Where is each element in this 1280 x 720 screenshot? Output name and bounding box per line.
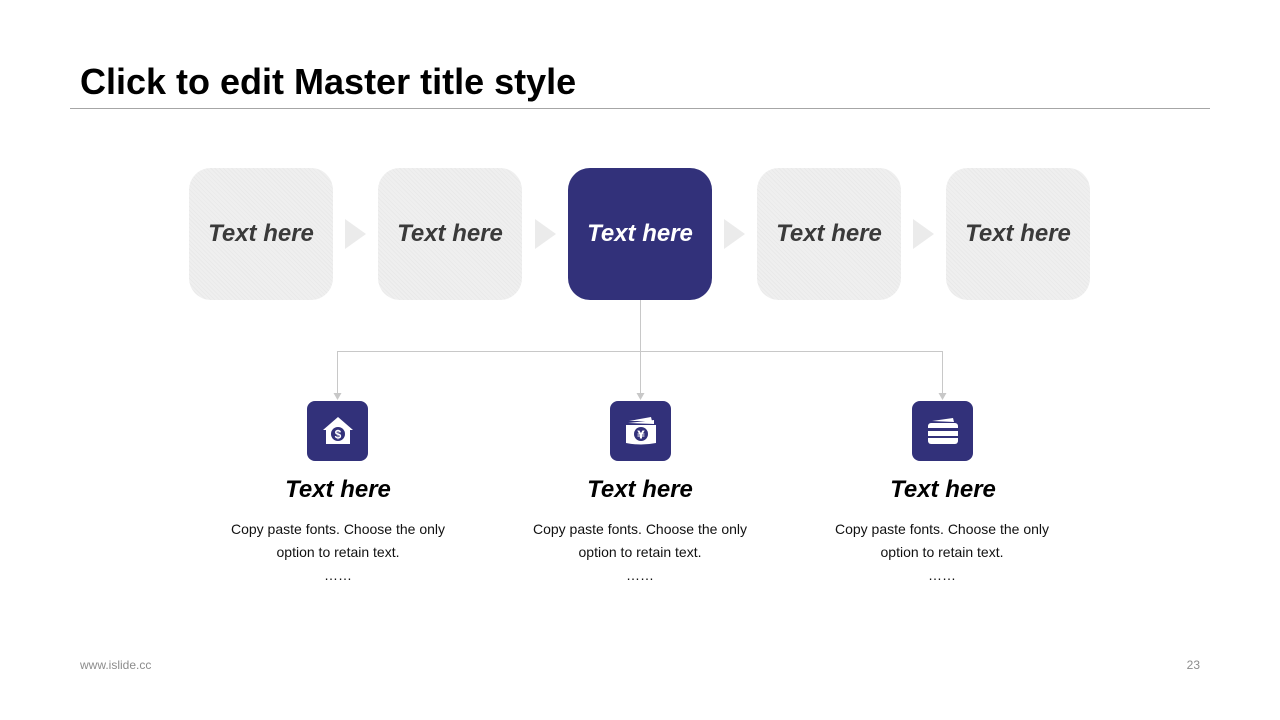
description-line: Copy paste fonts. Choose the only — [532, 521, 748, 537]
chevron-right-icon — [724, 219, 745, 249]
svg-text:$: $ — [334, 428, 341, 442]
svg-text:¥: ¥ — [637, 429, 645, 442]
description-line: option to retain text. — [880, 544, 1004, 560]
description-ellipsis: …… — [324, 567, 352, 583]
chevron-right-icon — [913, 219, 934, 249]
description-line: option to retain text. — [276, 544, 400, 560]
credit-card-icon — [927, 418, 958, 444]
feature-icon-1[interactable]: $ — [307, 401, 368, 461]
step-3-active[interactable]: Text here — [568, 168, 712, 300]
step-2[interactable]: Text here — [378, 168, 522, 300]
house-dollar-icon: $ — [322, 417, 353, 444]
page-number: 23 — [1186, 658, 1200, 672]
arrowhead-icon — [636, 393, 645, 400]
step-label: Text here — [965, 220, 1071, 247]
chevron-right-icon — [535, 219, 556, 249]
chevron-right-icon — [345, 219, 366, 249]
feature-title[interactable]: Text here — [793, 474, 1093, 506]
feature-title[interactable]: Text here — [490, 474, 790, 506]
feature-description[interactable]: Copy paste fonts. Choose the only option… — [792, 518, 1092, 587]
feature-icon-2[interactable]: ¥ — [610, 401, 671, 461]
step-4[interactable]: Text here — [757, 168, 901, 300]
step-label: Text here — [587, 220, 693, 247]
step-5[interactable]: Text here — [946, 168, 1090, 300]
title-divider — [70, 108, 1210, 109]
slide-title[interactable]: Click to edit Master title style — [80, 60, 576, 104]
description-line: option to retain text. — [578, 544, 702, 560]
description-ellipsis: …… — [626, 567, 654, 583]
description-line: Copy paste fonts. Choose the only — [834, 521, 1050, 537]
yen-wallet-icon: ¥ — [625, 417, 656, 445]
step-label: Text here — [397, 220, 503, 247]
step-1[interactable]: Text here — [189, 168, 333, 300]
arrowhead-icon — [938, 393, 947, 400]
description-line: Copy paste fonts. Choose the only — [230, 521, 446, 537]
feature-description[interactable]: Copy paste fonts. Choose the only option… — [188, 518, 488, 587]
arrowhead-icon — [333, 393, 342, 400]
description-ellipsis: …… — [928, 567, 956, 583]
step-label: Text here — [208, 220, 314, 247]
step-label: Text here — [776, 220, 882, 247]
footer-url[interactable]: www.islide.cc — [80, 658, 151, 672]
feature-icon-3[interactable] — [912, 401, 973, 461]
feature-description[interactable]: Copy paste fonts. Choose the only option… — [490, 518, 790, 587]
feature-title[interactable]: Text here — [188, 474, 488, 506]
